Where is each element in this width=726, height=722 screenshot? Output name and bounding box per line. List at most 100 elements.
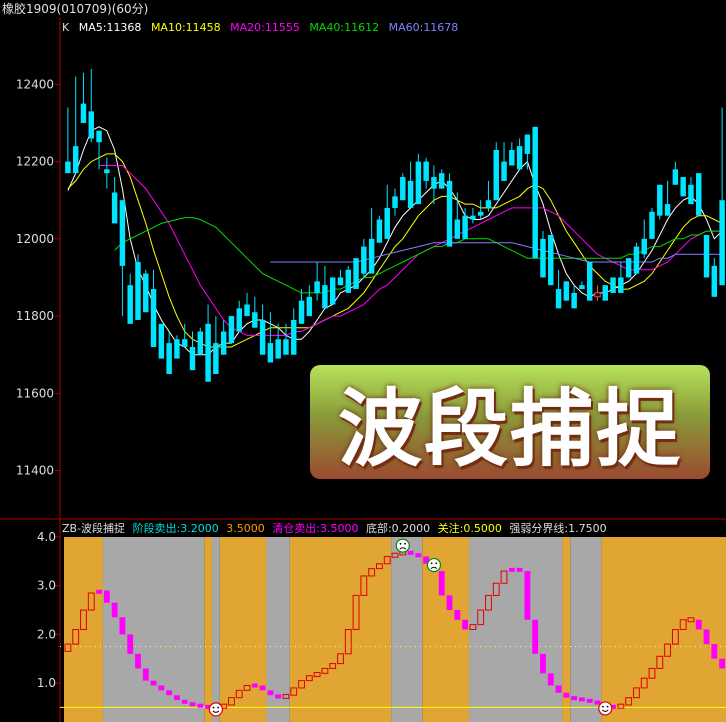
candle-body [65,161,71,174]
candle [594,285,601,301]
candle-body [119,200,126,266]
candle-body [189,346,196,371]
candle-body [672,169,679,185]
indicator-bar [259,685,266,691]
promo-banner: 波段捕捉 [310,365,710,479]
indicator-bar [267,690,274,696]
candle [65,107,71,174]
indicator-bar [135,653,141,669]
indicator-bar [719,658,726,669]
candle [345,265,351,293]
candle [501,142,507,181]
candle [329,277,336,305]
candle-body [291,319,297,355]
candle-body [462,215,468,239]
candle-body [361,246,367,274]
candle-body [158,323,165,359]
candle [236,300,242,332]
candle-body [376,219,383,243]
candle-body [664,204,671,216]
candle [423,157,429,189]
candle-body [431,177,437,189]
candle [555,269,562,309]
candle-body [618,277,624,293]
candle-body [485,200,492,208]
candle [680,177,686,197]
candle-body [72,146,79,174]
candle [579,281,585,290]
candle-body [571,292,577,309]
candle-body [470,215,476,220]
candle-body [524,134,531,154]
indicator-tick-label: 4.0 [37,530,56,544]
candle-body [400,177,406,201]
indicator-bar [275,694,282,699]
candle [298,289,305,324]
indicator-bar [516,567,523,572]
candle [205,304,211,382]
candle [72,76,79,174]
candle-body [696,173,702,216]
zone-band [391,537,423,722]
indicator-bar [251,683,258,688]
candle [384,184,390,239]
indicator-bar [166,690,173,696]
candle [119,200,126,317]
candle-body [127,285,133,324]
candle-body [493,150,499,201]
candle-body [111,192,118,224]
candle-body [220,331,227,355]
indicator-bar [586,698,593,703]
candle [548,234,554,286]
candle-body [283,339,289,355]
candle [657,184,663,220]
candle-body [205,323,211,382]
candle [104,157,110,189]
price-tick-label: 11400 [16,464,54,478]
price-tick-label: 12400 [16,77,54,91]
price-tick-label: 11600 [16,386,54,400]
candle-body [104,169,110,174]
candle-body [337,277,344,286]
candle-body [166,343,172,375]
indicator-bar [462,619,469,630]
candle [586,262,593,301]
candle [220,319,227,355]
candle-body [213,343,219,375]
frown-face-icon [395,538,410,553]
indicator-bar [578,697,585,702]
indicator-bar [415,553,422,558]
candle [158,323,165,359]
candle [625,258,632,278]
candle-body [407,180,414,208]
candle-body [306,296,313,317]
zone-band [468,537,563,722]
candle-body [275,339,281,359]
candle-body [711,265,718,297]
indicator-bar [508,567,515,572]
candle [407,161,414,208]
candle [80,72,87,123]
ma10-line [67,153,723,348]
candle [509,142,515,166]
indicator-bar [96,589,102,594]
candle [602,285,609,301]
indicator-bar [547,673,554,686]
indicator-tick-label: 2.0 [37,627,56,641]
candle-body [259,319,266,355]
indicator-bar [532,619,539,654]
candle-body [322,285,328,309]
candle-body [244,304,250,317]
indicator-tick-label: 3.0 [37,579,56,593]
candle-body [150,289,157,347]
candle-body [267,343,274,363]
candle [703,234,710,278]
candle-body [353,258,359,290]
candle-body [501,161,507,181]
candle [88,68,94,143]
candle-body [329,277,336,305]
candle [633,242,640,274]
price-tick-label: 12200 [16,155,54,169]
candle-body [96,130,102,143]
candle [376,215,383,243]
